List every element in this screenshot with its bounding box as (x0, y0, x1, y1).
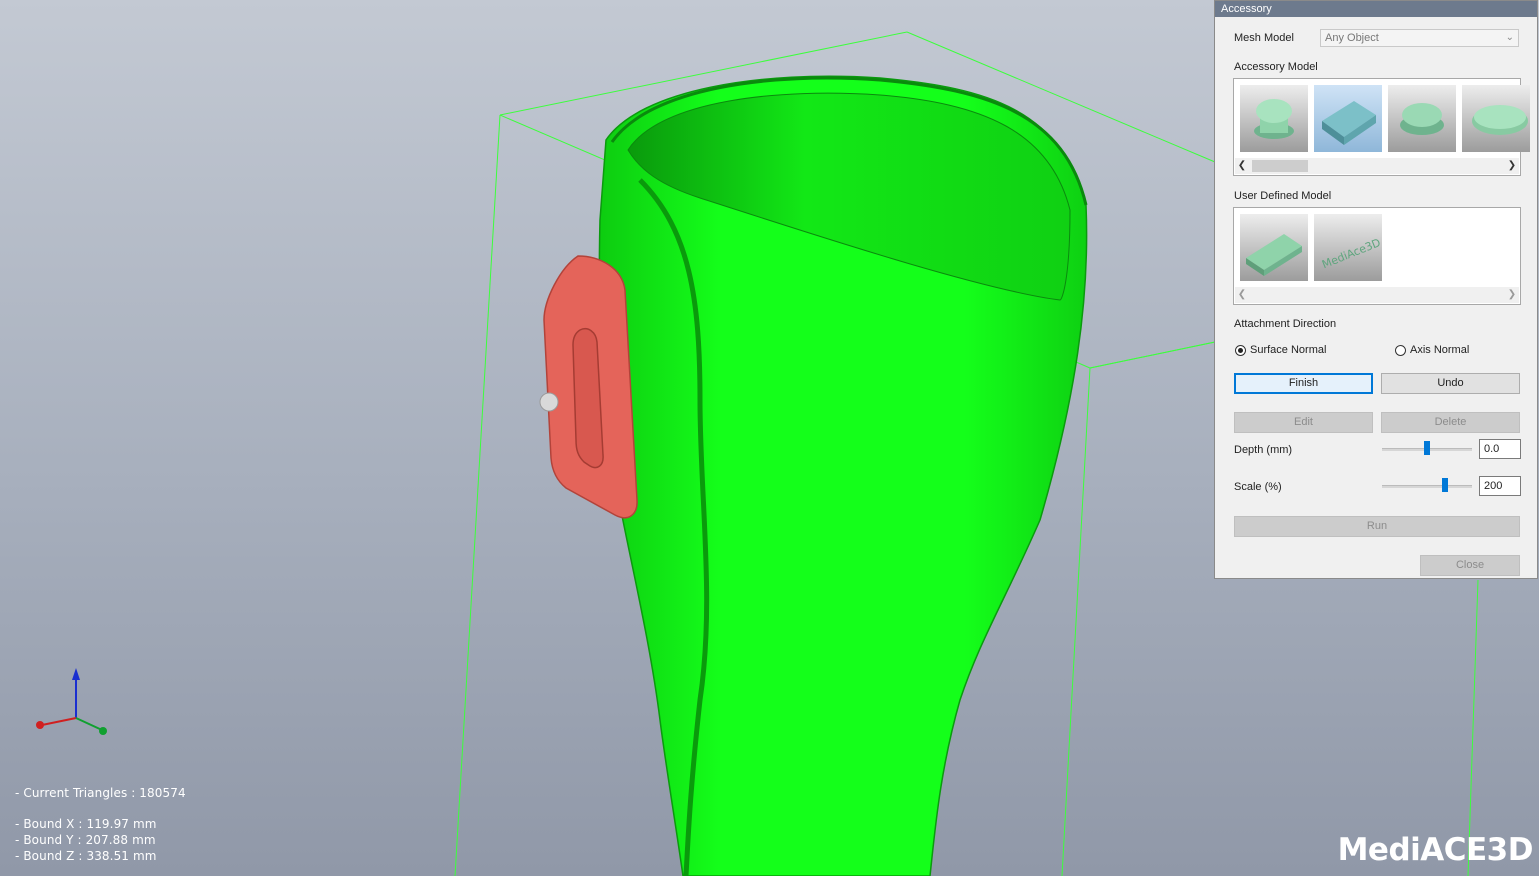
accessory-dialog: Accessory Mesh Model Any Object ⌄ Access… (1214, 0, 1538, 579)
mesh-model-value: Any Object (1325, 32, 1379, 44)
chevron-down-icon: ⌄ (1505, 32, 1514, 43)
scroll-left-icon[interactable]: ❮ (1235, 158, 1249, 174)
oval-button-icon[interactable] (1462, 85, 1530, 152)
svg-text:MediAce3D: MediAce3D (1320, 236, 1382, 271)
scroll-right-icon[interactable]: ❯ (1505, 158, 1519, 174)
round-cap-icon[interactable] (1240, 85, 1308, 152)
close-button[interactable]: Close (1420, 555, 1520, 576)
scrollbar-thumb[interactable] (1252, 160, 1308, 172)
user-defined-label: User Defined Model (1234, 190, 1332, 202)
slider-handle[interactable] (1442, 478, 1448, 492)
dialog-title: Accessory (1215, 1, 1537, 17)
user-model-gallery: MediAce3D ❮ ❯ (1233, 207, 1521, 305)
dome-button-icon[interactable] (1388, 85, 1456, 152)
radio-checked-icon (1235, 344, 1246, 356)
accessory-scrollbar[interactable]: ❮ ❯ (1235, 158, 1519, 174)
undo-button[interactable]: Undo (1381, 373, 1520, 394)
mesh-model-label: Mesh Model (1234, 32, 1294, 44)
depth-slider[interactable] (1382, 440, 1472, 458)
depth-label: Depth (mm) (1234, 444, 1293, 456)
scroll-left-icon[interactable]: ❮ (1235, 287, 1249, 303)
triangle-count: - Current Triangles : 180574 (15, 786, 186, 800)
bound-x: - Bound X : 119.97 mm (15, 817, 157, 831)
accessory-gallery: ❮ ❯ (1233, 78, 1530, 176)
surface-normal-label: Surface Normal (1250, 344, 1327, 356)
user-model-scrollbar[interactable]: ❮ ❯ (1235, 287, 1519, 303)
embossed-text-icon[interactable]: MediAce3D (1314, 214, 1382, 281)
slider-handle[interactable] (1424, 441, 1430, 455)
slider-track (1382, 485, 1472, 488)
finish-button[interactable]: Finish (1234, 373, 1373, 394)
flat-block-icon[interactable] (1240, 214, 1308, 281)
axis-triad (36, 668, 107, 735)
scale-input[interactable]: 200 (1479, 476, 1521, 496)
pivot-point (539, 392, 559, 412)
radio-unchecked-icon (1395, 344, 1406, 356)
scale-slider[interactable] (1382, 477, 1472, 495)
scale-label: Scale (%) (1234, 481, 1282, 493)
brand-logo: MediACE3D (1337, 832, 1534, 868)
bound-z: - Bound Z : 338.51 mm (15, 849, 157, 863)
run-button[interactable]: Run (1234, 516, 1520, 537)
mesh-model-select[interactable]: Any Object ⌄ (1320, 29, 1519, 47)
scroll-right-icon[interactable]: ❯ (1505, 287, 1519, 303)
axis-normal-label: Axis Normal (1410, 344, 1470, 356)
bar-block-icon[interactable] (1314, 85, 1382, 152)
edit-button[interactable]: Edit (1234, 412, 1373, 433)
bound-y: - Bound Y : 207.88 mm (15, 833, 156, 847)
attachment-direction-label: Attachment Direction (1234, 318, 1337, 330)
surface-normal-radio[interactable]: Surface Normal (1235, 344, 1326, 356)
axis-normal-radio[interactable]: Axis Normal (1395, 344, 1469, 356)
depth-input[interactable]: 0.0 (1479, 439, 1521, 459)
accessory-model-label: Accessory Model (1234, 61, 1318, 73)
delete-button[interactable]: Delete (1381, 412, 1520, 433)
